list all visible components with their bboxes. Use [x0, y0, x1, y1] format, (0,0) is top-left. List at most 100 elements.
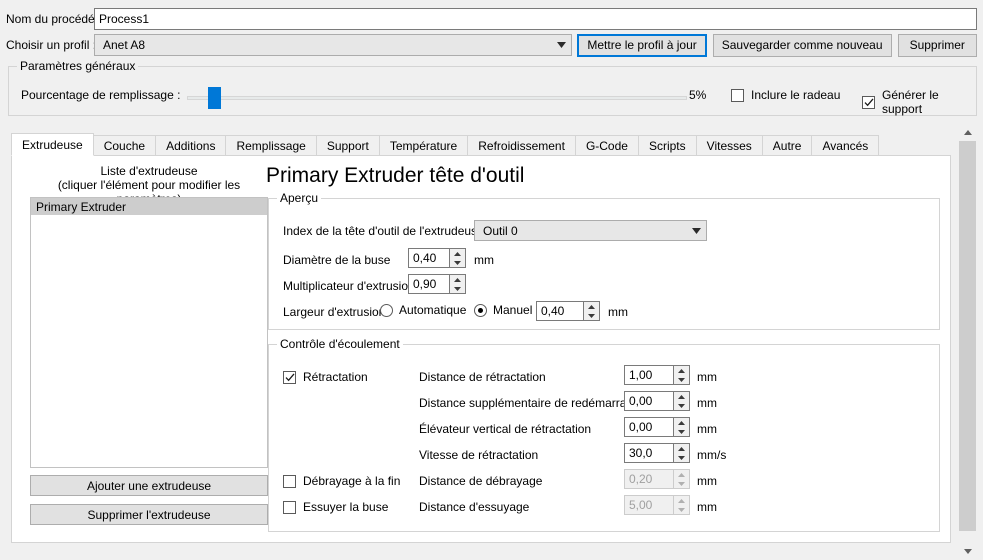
checkbox-box-support[interactable] [862, 95, 875, 109]
tab-additions[interactable]: Additions [155, 135, 227, 156]
spin-up-icon[interactable] [584, 302, 599, 311]
tab-support[interactable]: Support [315, 135, 380, 156]
radio-circle-auto[interactable] [380, 303, 393, 317]
coast-distance-value: 0,20 [629, 472, 653, 486]
retraction-distance-value[interactable]: 1,00 [625, 366, 673, 384]
vertical-lift-spinner[interactable]: 0,00 [624, 417, 690, 437]
spin-down-icon[interactable] [674, 375, 689, 384]
spin-down-icon[interactable] [450, 258, 465, 267]
extra-restart-distance-spinner[interactable]: 0,00 [624, 391, 690, 411]
extrusion-width-spinner[interactable]: 0,40 [536, 301, 600, 321]
check-icon [285, 372, 294, 381]
retraction-distance-unit: mm [697, 370, 717, 384]
fill-percentage-label: Pourcentage de remplissage : [21, 88, 181, 102]
scrollbar-thumb[interactable] [959, 141, 976, 531]
checkbox-box-coast[interactable] [283, 474, 296, 488]
delete-extruder-button[interactable]: Supprimer l'extrudeuse [30, 504, 268, 525]
coast-at-end-checkbox[interactable]: Débrayage à la fin [283, 474, 400, 488]
wipe-nozzle-checkbox[interactable]: Essuyer la buse [283, 500, 388, 514]
general-parameters-legend: Paramètres généraux [17, 59, 139, 73]
scroll-down-arrow-icon[interactable] [959, 543, 976, 560]
spin-up-icon[interactable] [674, 366, 689, 375]
nozzle-diameter-value[interactable]: 0,40 [409, 249, 449, 267]
tab-gcode[interactable]: G-Code [574, 135, 639, 156]
extrusion-multiplier-spinner[interactable]: 0,90 [408, 274, 466, 294]
spin-down-icon[interactable] [584, 311, 599, 320]
fill-percentage-value: 5% [689, 88, 707, 102]
tab-autre[interactable]: Autre [761, 135, 813, 156]
retraction-speed-value[interactable]: 30,0 [625, 444, 673, 462]
extruder-list[interactable]: Primary Extruder [30, 197, 268, 468]
tab-couche[interactable]: Couche [92, 135, 157, 156]
spin-down-icon[interactable] [674, 401, 689, 410]
spin-up-icon[interactable] [450, 275, 465, 284]
generate-support-checkbox[interactable]: Générer le support [862, 88, 976, 116]
scroll-up-arrow-icon[interactable] [959, 124, 976, 141]
toolhead-index-select[interactable]: Outil 0 [474, 220, 707, 241]
wipe-distance-value: 5,00 [629, 498, 653, 512]
fill-percentage-slider-thumb[interactable] [208, 87, 221, 109]
vertical-lift-value[interactable]: 0,00 [625, 418, 673, 436]
vertical-lift-unit: mm [697, 422, 717, 436]
spin-down-icon[interactable] [674, 427, 689, 436]
extra-restart-spin-buttons[interactable] [673, 392, 689, 410]
add-extruder-button[interactable]: Ajouter une extrudeuse [30, 475, 268, 496]
tab-temperature[interactable]: Température [378, 135, 469, 156]
checkbox-box-raft[interactable] [731, 88, 744, 102]
extrusion-width-value[interactable]: 0,40 [537, 302, 583, 320]
flow-control-legend: Contrôle d'écoulement [277, 337, 403, 351]
update-profile-button[interactable]: Mettre le profil à jour [577, 33, 707, 57]
nozzle-diameter-label: Diamètre de la buse [283, 253, 391, 267]
extrusion-width-spin-buttons[interactable] [583, 302, 599, 320]
tab-scripts[interactable]: Scripts [637, 135, 697, 156]
toolhead-index-label: Index de la tête d'outil de l'extrudeuse [283, 224, 484, 238]
retraction-speed-spinner[interactable]: 30,0 [624, 443, 690, 463]
spin-up-icon[interactable] [674, 444, 689, 453]
tab-remplissage[interactable]: Remplissage [225, 135, 317, 156]
include-raft-checkbox[interactable]: Inclure le radeau [731, 88, 840, 102]
tab-refroidissement[interactable]: Refroidissement [467, 135, 576, 156]
spin-up-icon[interactable] [674, 418, 689, 427]
check-icon [864, 97, 873, 106]
spin-down-icon[interactable] [450, 284, 465, 293]
retraction-speed-label: Vitesse de rétractation [419, 448, 539, 462]
tab-avances[interactable]: Avancés [811, 135, 880, 156]
wipe-distance-spinner: 5,00 [624, 495, 690, 515]
spin-up-icon[interactable] [450, 249, 465, 258]
checkbox-box-wipe[interactable] [283, 500, 296, 514]
radio-circle-manual[interactable] [474, 303, 487, 317]
spin-down-icon[interactable] [674, 453, 689, 462]
retraction-checkbox[interactable]: Rétractation [283, 370, 368, 384]
nozzle-diameter-spin-buttons[interactable] [449, 249, 465, 267]
profile-select[interactable]: Anet A8 [94, 34, 573, 56]
process-name-row: Nom du procédé : [6, 8, 977, 30]
spin-up-icon [674, 470, 689, 479]
retraction-speed-spin-buttons[interactable] [673, 444, 689, 462]
retraction-distance-spinner[interactable]: 1,00 [624, 365, 690, 385]
profile-row: Choisir un profil : Anet A8 Mettre le pr… [6, 33, 977, 57]
retraction-distance-spin-buttons[interactable] [673, 366, 689, 384]
extrusion-multiplier-value[interactable]: 0,90 [409, 275, 449, 293]
spin-down-icon [674, 505, 689, 514]
process-name-label: Nom du procédé : [6, 12, 102, 26]
extrusion-width-manual-radio[interactable]: Manuel [474, 303, 532, 317]
toolhead-index-value: Outil 0 [483, 223, 518, 238]
spin-up-icon[interactable] [674, 392, 689, 401]
extra-restart-distance-value[interactable]: 0,00 [625, 392, 673, 410]
process-name-input[interactable] [94, 8, 977, 30]
tab-vitesses[interactable]: Vitesses [695, 135, 763, 156]
extrusion-multiplier-spin-buttons[interactable] [449, 275, 465, 293]
extrusion-width-auto-radio[interactable]: Automatique [380, 303, 466, 317]
checkbox-box-retraction[interactable] [283, 370, 296, 384]
vertical-scrollbar[interactable] [959, 124, 976, 560]
delete-profile-button[interactable]: Supprimer [897, 33, 977, 57]
profile-label: Choisir un profil : [6, 38, 97, 52]
save-as-new-button[interactable]: Sauvegarder comme nouveau [712, 33, 892, 57]
fill-percentage-slider-track[interactable] [187, 96, 687, 100]
nozzle-diameter-spinner[interactable]: 0,40 [408, 248, 466, 268]
tab-extrudeuse[interactable]: Extrudeuse [11, 133, 94, 156]
wipe-distance-unit: mm [697, 500, 717, 514]
vertical-lift-spin-buttons[interactable] [673, 418, 689, 436]
list-item[interactable]: Primary Extruder [31, 198, 267, 215]
extra-restart-distance-label: Distance supplémentaire de redémarrage [419, 396, 640, 410]
